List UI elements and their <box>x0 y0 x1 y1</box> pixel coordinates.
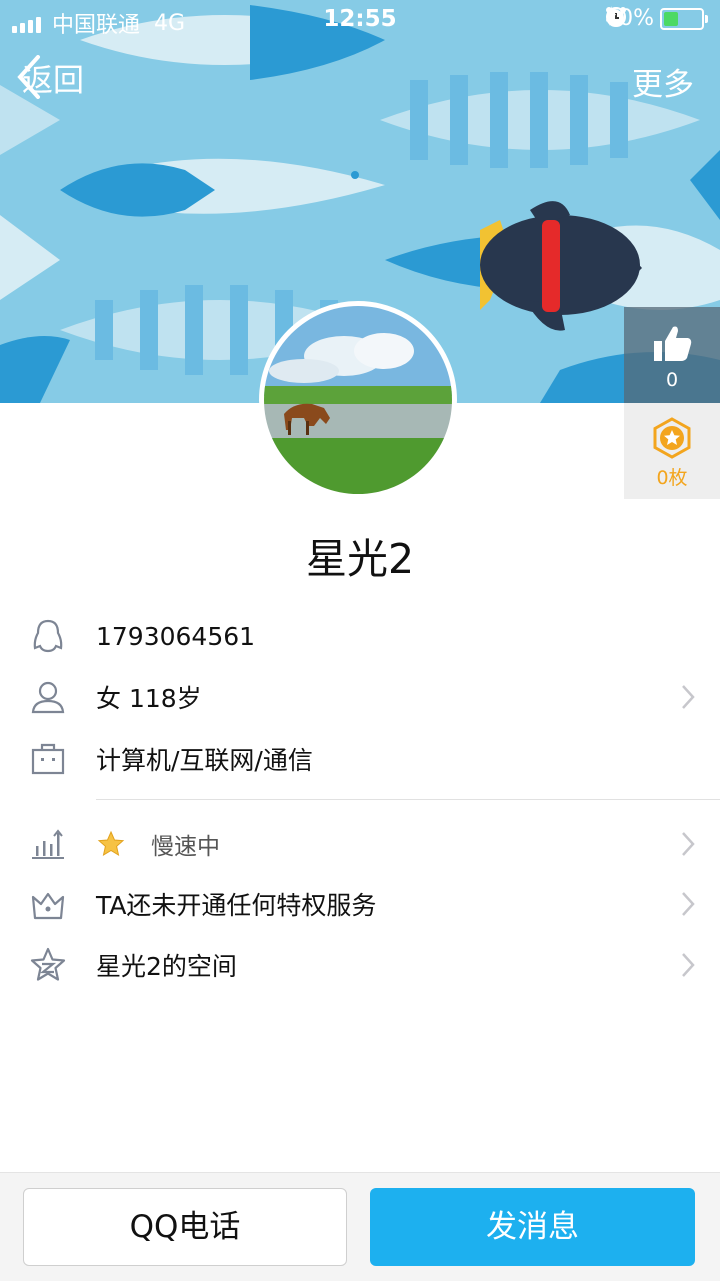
coin-button[interactable]: 0枚 <box>624 403 720 499</box>
coin-count: 0枚 <box>656 467 688 489</box>
battery-icon <box>660 7 708 30</box>
qq-number-row: 1793064561 <box>0 606 720 666</box>
status-bar: 中国联通 4G 12:55 40% <box>0 0 720 40</box>
chevron-right-icon <box>682 685 695 709</box>
privilege-text: TA还未开通任何特权服务 <box>96 891 377 920</box>
privilege-row[interactable]: TA还未开通任何特权服务 <box>0 874 720 934</box>
level-row[interactable]: 慢速中 <box>0 814 720 874</box>
chevron-left-icon <box>17 55 40 99</box>
star-coin-icon <box>653 417 691 459</box>
qq-call-button[interactable]: QQ电话 <box>23 1188 347 1266</box>
gender-age: 女 118岁 <box>96 684 202 713</box>
space-row[interactable]: 星光2的空间 <box>0 935 720 995</box>
avatar[interactable] <box>259 301 457 499</box>
more-button[interactable]: 更多 <box>632 59 694 104</box>
occupation-row: 计算机/互联网/通信 <box>0 729 720 789</box>
thumbs-up-icon <box>654 326 692 361</box>
back-button[interactable]: 返回 <box>16 55 84 100</box>
section-divider <box>96 799 720 800</box>
charging-icon <box>606 6 617 26</box>
briefcase-icon <box>31 743 65 775</box>
level-chart-icon <box>32 829 64 859</box>
gender-age-row[interactable]: 女 118岁 <box>0 667 720 727</box>
level-status: 慢速中 <box>151 834 220 860</box>
chevron-right-icon <box>682 832 695 856</box>
occupation: 计算机/互联网/通信 <box>96 746 313 775</box>
penguin-icon <box>33 619 63 653</box>
qzone-star-icon <box>30 947 66 981</box>
like-count: 0 <box>665 369 679 391</box>
bottom-action-bar: QQ电话 发消息 <box>0 1172 720 1281</box>
star-level-icon <box>97 830 125 857</box>
send-message-button[interactable]: 发消息 <box>370 1188 695 1266</box>
space-link: 星光2的空间 <box>96 952 237 981</box>
like-button[interactable]: 0 <box>624 307 720 403</box>
chevron-right-icon <box>682 892 695 916</box>
crown-icon <box>31 892 65 920</box>
avatar-landscape-image <box>264 306 452 494</box>
nickname: 星光2 <box>305 535 415 583</box>
qq-number: 1793064561 <box>96 621 256 651</box>
person-icon <box>31 681 65 714</box>
chevron-right-icon <box>682 953 695 977</box>
nav-bar: 返回 更多 <box>0 55 720 105</box>
